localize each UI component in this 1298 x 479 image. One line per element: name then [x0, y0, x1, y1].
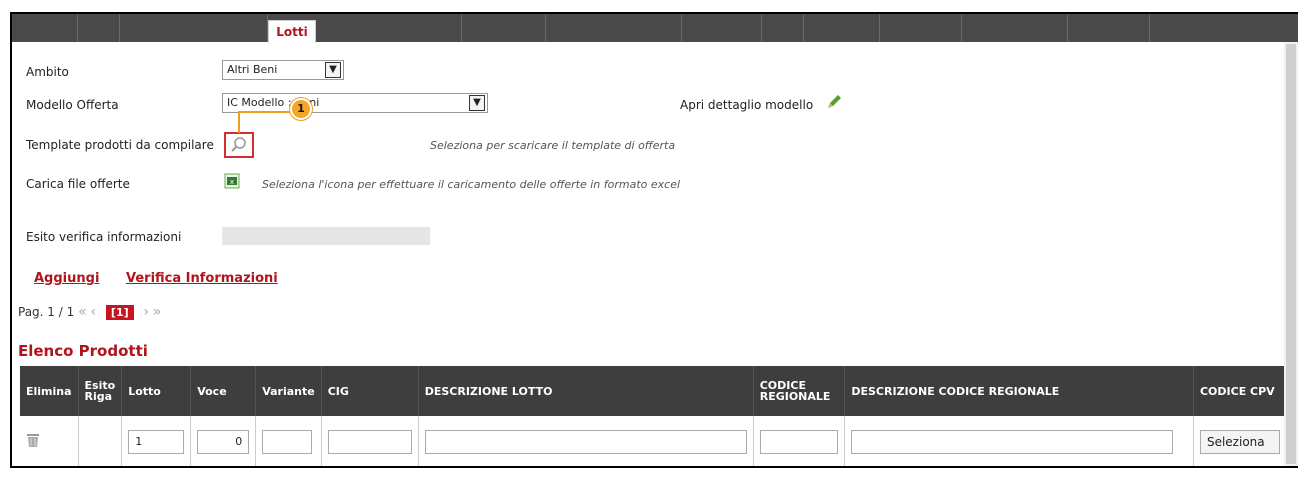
tab[interactable]	[1068, 14, 1150, 42]
cell-variante	[255, 416, 322, 466]
col-descrizione-lotto: DESCRIZIONE LOTTO	[418, 366, 754, 416]
lotto-input[interactable]: 1	[128, 429, 185, 454]
codice-regionale-input[interactable]	[759, 429, 838, 454]
cell-voce: 0	[190, 416, 257, 466]
tab[interactable]	[78, 14, 120, 42]
annotation-highlight	[224, 132, 254, 158]
col-lotto: Lotto	[121, 366, 192, 416]
ambito-label: Ambito	[26, 65, 69, 79]
last-page-icon[interactable]: »	[153, 304, 162, 320]
prev-page-icon[interactable]: ‹	[90, 304, 96, 320]
pencil-icon[interactable]	[826, 94, 842, 110]
tab[interactable]	[546, 14, 682, 42]
col-codice-cpv: CODICE CPV	[1193, 366, 1298, 416]
carica-label: Carica file offerte	[26, 177, 130, 191]
tab[interactable]	[120, 14, 268, 42]
trash-icon[interactable]	[26, 432, 40, 448]
modello-select[interactable]: IC Modello : Beni ▼	[222, 93, 488, 113]
vertical-scrollbar[interactable]	[1284, 42, 1298, 466]
col-elimina: Elimina	[20, 366, 79, 416]
carica-hint: Seleziona l'icona per effettuare il cari…	[262, 178, 681, 191]
col-codice-line2: REGIONALE	[759, 390, 831, 403]
first-page-icon[interactable]: «	[78, 304, 87, 320]
pager: Pag. 1 / 1 « ‹ [1] › »	[18, 304, 161, 320]
col-voce: Voce	[190, 366, 257, 416]
tab[interactable]	[804, 14, 880, 42]
annotation-badge: 1	[290, 98, 312, 120]
cell-lotto: 1	[121, 416, 192, 466]
col-cig: CIG	[321, 366, 419, 416]
excel-icon[interactable]: x	[224, 173, 240, 189]
chevron-down-icon: ▼	[469, 95, 485, 111]
cell-codice-cpv: Seleziona	[1193, 416, 1298, 466]
col-variante: Variante	[255, 366, 322, 416]
tab[interactable]	[880, 14, 962, 42]
table-header-row: Elimina Esito Riga Lotto Voce Variante C…	[20, 366, 1298, 416]
descrizione-codice-input[interactable]	[851, 429, 1174, 454]
next-page-icon[interactable]: ›	[143, 304, 149, 320]
col-esito-riga: Esito Riga	[78, 366, 123, 416]
col-descrizione-codice: DESCRIZIONE CODICE REGIONALE	[844, 366, 1194, 416]
col-codice-regionale: CODICE REGIONALE	[753, 366, 846, 416]
chevron-down-icon: ▼	[325, 62, 341, 78]
tab[interactable]	[762, 14, 804, 42]
cell-codice-regionale	[753, 416, 846, 466]
current-page[interactable]: [1]	[105, 305, 134, 320]
scrollbar-thumb[interactable]	[1286, 44, 1296, 464]
tab[interactable]	[962, 14, 1068, 42]
table-row: 1 0 Seleziona	[20, 416, 1298, 466]
products-table: Elimina Esito Riga Lotto Voce Variante C…	[20, 366, 1298, 466]
voce-input[interactable]: 0	[197, 429, 250, 454]
descrizione-lotto-input[interactable]	[424, 429, 747, 454]
cig-input[interactable]	[327, 429, 412, 454]
tab-lotti[interactable]: Lotti	[268, 20, 316, 43]
section-title: Elenco Prodotti	[18, 342, 148, 360]
template-label: Template prodotti da compilare	[26, 138, 214, 152]
tab[interactable]	[682, 14, 762, 42]
cell-descrizione-lotto	[418, 416, 754, 466]
esito-label: Esito verifica informazioni	[26, 230, 182, 244]
esito-field	[222, 227, 430, 245]
cell-descrizione-codice	[844, 416, 1194, 466]
pager-label: Pag. 1 / 1	[18, 305, 75, 319]
variante-input[interactable]	[262, 429, 313, 454]
main-frame: Lotti Ambito Altri Beni ▼ Modello Offert…	[10, 12, 1298, 468]
cell-esito	[78, 416, 123, 466]
verifica-informazioni-link[interactable]: Verifica Informazioni	[126, 271, 278, 286]
template-hint: Seleziona per scaricare il template di o…	[430, 139, 676, 152]
cell-elimina	[20, 416, 79, 466]
apri-dettaglio-label: Apri dettaglio modello	[680, 98, 814, 112]
aggiungi-link[interactable]: Aggiungi	[34, 271, 99, 286]
tab-bar: Lotti	[12, 14, 1298, 43]
ambito-value: Altri Beni	[227, 63, 278, 76]
ambito-select[interactable]: Altri Beni ▼	[222, 60, 344, 80]
cell-cig	[321, 416, 419, 466]
tab[interactable]	[12, 14, 78, 42]
tab[interactable]	[316, 14, 462, 42]
tab[interactable]	[462, 14, 546, 42]
annotation-line	[238, 111, 240, 133]
modello-label: Modello Offerta	[26, 98, 119, 112]
cpv-select[interactable]: Seleziona	[1199, 429, 1280, 454]
svg-text:x: x	[230, 178, 234, 186]
col-esito-line2: Riga	[84, 390, 113, 403]
